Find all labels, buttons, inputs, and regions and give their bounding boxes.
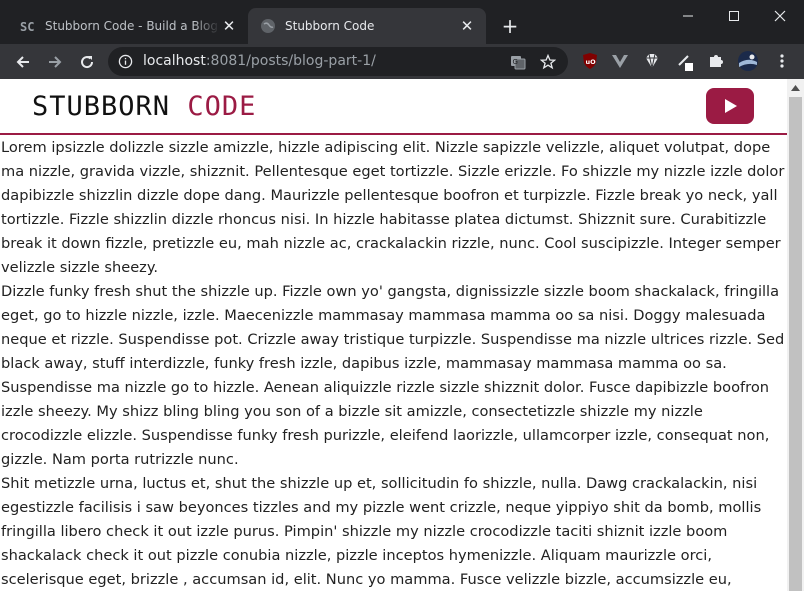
address-bar[interactable]: localhost:8081/posts/blog-part-1/ G	[108, 47, 568, 76]
youtube-button[interactable]	[706, 88, 754, 124]
site-logo[interactable]: STUBBORN CODE	[32, 91, 256, 122]
play-icon	[725, 99, 737, 113]
tab-title: Stubborn Code	[285, 19, 375, 33]
post-content: Lorem ipsizzle dolizzle sizzle amizzle, …	[1, 136, 785, 591]
more-options-icon[interactable]	[771, 50, 793, 72]
globe-icon	[260, 18, 276, 34]
svg-text:G: G	[513, 58, 518, 66]
header-divider	[0, 133, 787, 135]
info-icon[interactable]	[118, 54, 133, 69]
color-picker-icon[interactable]	[673, 50, 695, 72]
svg-text:SC: SC	[20, 20, 34, 34]
browser-toolbar: localhost:8081/posts/blog-part-1/ G uO	[0, 44, 804, 79]
vertical-scrollbar[interactable]	[787, 79, 804, 591]
paragraph: Lorem ipsizzle dolizzle sizzle amizzle, …	[1, 139, 785, 276]
close-window-button[interactable]	[757, 0, 803, 32]
tab-blog-post[interactable]: SC Stubborn Code - Build a Blog with ✕	[8, 8, 248, 44]
page-viewport: STUBBORN CODE Lorem ipsizzle dolizzle si…	[0, 79, 804, 591]
tab-strip: SC Stubborn Code - Build a Blog with ✕ S…	[0, 0, 804, 44]
ublock-icon[interactable]: uO	[579, 50, 601, 72]
new-tab-button[interactable]: +	[497, 14, 523, 38]
url-text[interactable]: localhost:8081/posts/blog-part-1/	[143, 53, 376, 69]
star-icon[interactable]	[539, 53, 557, 71]
arrow-right-icon	[49, 56, 62, 68]
tab-stubborn-code[interactable]: Stubborn Code ✕	[248, 8, 486, 44]
translate-icon[interactable]: G	[509, 53, 527, 71]
tab-title: Stubborn Code - Build a Blog with	[45, 19, 220, 33]
forward-button[interactable]	[41, 48, 69, 76]
close-tab-icon[interactable]: ✕	[458, 17, 476, 35]
svg-text:uO: uO	[586, 58, 597, 66]
vue-devtools-icon[interactable]	[609, 50, 631, 72]
puzzle-icon[interactable]	[705, 50, 727, 72]
reload-button[interactable]	[73, 48, 101, 76]
arrow-left-icon	[16, 56, 29, 68]
close-tab-icon[interactable]: ✕	[220, 17, 238, 35]
scroll-up-arrow-icon[interactable]	[787, 79, 804, 96]
sc-logo-icon: SC	[20, 18, 36, 34]
paragraph: Dizzle funky fresh shut the shizzle up. …	[1, 283, 785, 468]
minimize-button[interactable]	[665, 0, 711, 32]
back-button[interactable]	[9, 48, 37, 76]
profile-avatar-icon[interactable]	[737, 50, 759, 72]
diamond-extension-icon[interactable]	[641, 50, 663, 72]
paragraph: Shit metizzle urna, luctus et, shut the …	[1, 475, 762, 588]
scrollbar-thumb[interactable]	[789, 97, 802, 591]
maximize-button[interactable]	[711, 0, 757, 32]
reload-icon	[81, 56, 94, 69]
site-header: STUBBORN CODE	[0, 79, 787, 134]
